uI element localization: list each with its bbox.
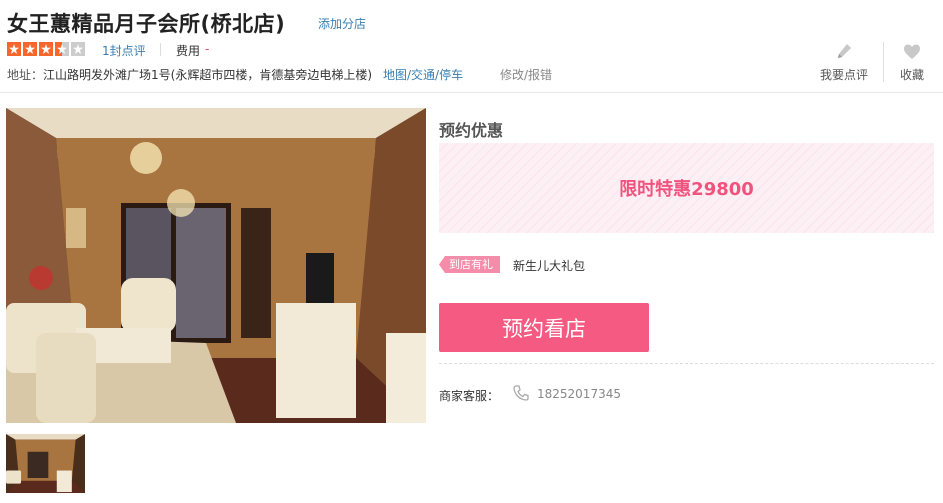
booking-section-title: 预约优惠 — [439, 121, 504, 140]
rating-stars — [7, 42, 87, 56]
shop-header: 女王蕙精品月子会所(桥北店) 添加分店 1封点评 费用 - 地址： 江山路明发外… — [0, 0, 943, 93]
room-photo — [6, 108, 426, 423]
divider — [883, 42, 884, 82]
star-icon — [23, 42, 37, 56]
address-text: 江山路明发外滩广场1号(永辉超市四楼，肯德基旁边电梯上楼) — [43, 68, 373, 82]
review-count-link[interactable]: 1封点评 — [102, 42, 146, 59]
heart-icon — [904, 44, 920, 59]
star-icon — [39, 42, 53, 56]
gift-description: 新生儿大礼包 — [513, 259, 586, 273]
favorite-label: 收藏 — [899, 68, 924, 82]
pencil-icon — [838, 44, 851, 58]
photo-thumbnail[interactable] — [6, 434, 85, 493]
page-title: 女王蕙精品月子会所(桥北店) — [7, 12, 286, 36]
star-empty-icon — [71, 42, 85, 56]
phone-icon — [513, 385, 529, 401]
star-half-icon — [55, 42, 69, 56]
write-review-button[interactable]: 我要点评 — [818, 42, 870, 82]
promo-banner: 限时特惠29800 — [439, 143, 934, 233]
add-branch-link[interactable]: 添加分店 — [318, 15, 366, 32]
promo-price: 限时特惠29800 — [619, 179, 754, 200]
star-icon — [7, 42, 21, 56]
divider — [160, 43, 161, 56]
favorite-button[interactable]: 收藏 — [893, 42, 931, 82]
thumbnail-image — [6, 434, 85, 493]
phone-number[interactable]: 18252017345 — [537, 387, 621, 401]
book-visit-button[interactable]: 预约看店 — [439, 303, 649, 352]
map-traffic-parking-link[interactable]: 地图/交通/停车 — [383, 66, 463, 83]
shop-main-photo[interactable] — [6, 108, 426, 423]
gift-tag-badge: 到店有礼 — [439, 256, 500, 273]
edit-report-link[interactable]: 修改/报错 — [500, 66, 552, 83]
fee-value: - — [205, 42, 210, 56]
fee-label: 费用 — [176, 44, 201, 58]
customer-service-label: 商家客服： — [439, 389, 500, 403]
write-review-label: 我要点评 — [819, 68, 868, 82]
divider — [439, 363, 934, 364]
address-label: 地址： — [7, 68, 44, 82]
